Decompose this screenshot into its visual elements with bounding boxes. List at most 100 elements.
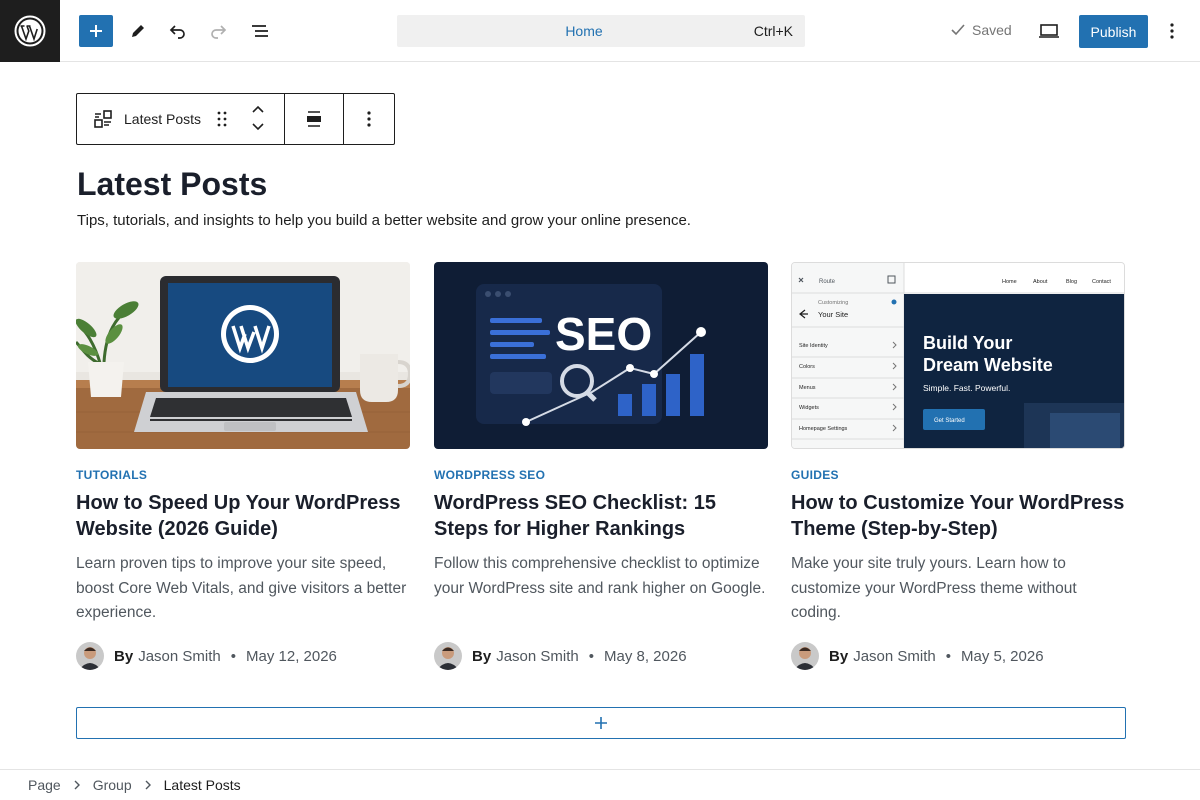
post-title-link[interactable]: How to Customize Your WordPress Theme (S… xyxy=(791,490,1125,542)
wordpress-logo-icon xyxy=(14,15,46,47)
redo-button[interactable] xyxy=(201,15,235,47)
align-button[interactable] xyxy=(285,94,344,144)
post-thumbnail[interactable] xyxy=(76,262,410,449)
person-avatar-icon xyxy=(791,642,819,670)
desktop-icon xyxy=(1039,24,1059,38)
preview-button[interactable] xyxy=(1032,15,1066,47)
more-vertical-icon xyxy=(367,111,371,127)
post-author-link[interactable]: Jason Smith xyxy=(138,648,221,665)
post-date: May 12, 2026 xyxy=(246,647,337,665)
block-breadcrumb: Page Group Latest Posts xyxy=(0,769,1200,800)
move-up-button[interactable] xyxy=(251,102,265,120)
customizer-menu-item: Widgets xyxy=(799,405,819,411)
post-title-link[interactable]: WordPress SEO Checklist: 15 Steps for Hi… xyxy=(434,490,768,542)
latest-posts-icon xyxy=(94,110,112,128)
breadcrumb-item-group[interactable]: Group xyxy=(93,777,132,793)
block-type-label: Latest Posts xyxy=(124,111,202,127)
author-by-label: By xyxy=(114,647,134,665)
post-date: May 5, 2026 xyxy=(961,647,1044,665)
post-meta: By Jason Smith • May 12, 2026 xyxy=(76,642,337,670)
customizer-menu-item: Colors xyxy=(799,364,815,370)
move-down-button[interactable] xyxy=(251,120,265,138)
command-page-title: Home xyxy=(565,23,603,39)
preview-hero-button: Get Started xyxy=(934,418,965,424)
editor-topbar: Home Ctrl+K Saved Publish xyxy=(0,0,1200,62)
undo-icon xyxy=(169,25,185,39)
chevron-right-icon xyxy=(144,777,152,793)
align-wide-icon xyxy=(307,111,321,127)
add-block-button[interactable] xyxy=(76,707,1126,739)
page-subtitle: Tips, tutorials, and insights to help yo… xyxy=(77,212,691,229)
laptop-photo-image xyxy=(76,262,410,449)
customizer-menu-item: Site Identity xyxy=(799,343,828,349)
command-shortcut: Ctrl+K xyxy=(753,23,793,39)
publish-button[interactable]: Publish xyxy=(1079,15,1148,48)
list-view-icon xyxy=(252,25,268,37)
document-overview-button[interactable] xyxy=(243,15,277,47)
post-category-link[interactable]: TUTORIALS xyxy=(76,468,410,482)
post-thumbnail[interactable]: SEO xyxy=(434,262,768,449)
chevron-down-icon xyxy=(252,123,264,131)
meta-separator: • xyxy=(230,647,236,665)
customizer-screenshot-image: Route Customizing Your Site Site Identit… xyxy=(792,263,1124,448)
undo-button[interactable] xyxy=(161,15,195,47)
customizer-menu-item: Menus xyxy=(799,385,816,391)
post-category-link[interactable]: WORDPRESS SEO xyxy=(434,468,768,482)
seo-graphic-image: SEO xyxy=(434,262,768,449)
author-avatar xyxy=(791,642,819,670)
author-by-label: By xyxy=(829,647,849,665)
person-avatar-icon xyxy=(76,642,104,670)
author-avatar xyxy=(76,642,104,670)
preview-hero-tagline: Simple. Fast. Powerful. xyxy=(923,383,1010,393)
drag-handle[interactable] xyxy=(215,110,229,133)
check-icon xyxy=(951,24,965,36)
post-meta: By Jason Smith • May 8, 2026 xyxy=(434,642,687,670)
more-vertical-icon xyxy=(1170,23,1174,39)
block-options-button[interactable] xyxy=(344,94,394,144)
post-thumbnail[interactable]: Route Customizing Your Site Site Identit… xyxy=(791,262,1125,449)
meta-separator: • xyxy=(945,647,951,665)
post-excerpt: Learn proven tips to improve your site s… xyxy=(76,555,407,621)
chevron-right-icon xyxy=(73,777,81,793)
post-author-link[interactable]: Jason Smith xyxy=(853,648,936,665)
redo-icon xyxy=(211,25,227,39)
preview-hero-title-line2: Dream Website xyxy=(923,355,1053,375)
seo-image-text: SEO xyxy=(555,308,652,360)
tools-button[interactable] xyxy=(121,15,155,47)
pencil-icon xyxy=(132,25,144,37)
author-avatar xyxy=(434,642,462,670)
options-menu-button[interactable] xyxy=(1157,15,1187,47)
customizer-top-label: Route xyxy=(819,279,836,285)
post-category-link[interactable]: GUIDES xyxy=(791,468,1125,482)
block-type-button[interactable] xyxy=(93,110,113,133)
wordpress-logo-button[interactable] xyxy=(0,0,60,62)
plus-icon xyxy=(90,25,102,37)
meta-separator: • xyxy=(588,647,594,665)
chevron-up-icon xyxy=(252,105,264,113)
block-inserter-button[interactable] xyxy=(79,15,113,47)
saved-label: Saved xyxy=(972,22,1012,38)
post-title-link[interactable]: How to Speed Up Your WordPress Website (… xyxy=(76,490,410,542)
preview-nav-item: Blog xyxy=(1066,279,1077,285)
customizer-small-label: Customizing xyxy=(818,300,848,306)
breadcrumb-item-latest-posts: Latest Posts xyxy=(163,777,241,793)
preview-nav-item: About xyxy=(1033,279,1048,285)
page-heading: Latest Posts xyxy=(77,166,268,202)
block-toolbar: Latest Posts xyxy=(76,93,395,145)
drag-handle-icon xyxy=(217,111,227,127)
saved-status: Saved xyxy=(950,22,1012,38)
customizer-menu-item: Homepage Settings xyxy=(799,426,848,432)
breadcrumb-item-page[interactable]: Page xyxy=(28,777,61,793)
person-avatar-icon xyxy=(434,642,462,670)
post-excerpt: Follow this comprehensive checklist to o… xyxy=(434,555,766,597)
plus-icon xyxy=(595,717,607,729)
author-by-label: By xyxy=(472,647,492,665)
post-card: TUTORIALS How to Speed Up Your WordPress… xyxy=(76,262,410,670)
block-parent-segment: Latest Posts xyxy=(77,94,285,144)
post-excerpt: Make your site truly yours. Learn how to… xyxy=(791,555,1077,621)
post-card: SEO WORDPRESS SEO WordPress SEO Checklis… xyxy=(434,262,768,670)
preview-nav-item: Home xyxy=(1002,279,1017,285)
post-author-link[interactable]: Jason Smith xyxy=(496,648,579,665)
command-palette-bar[interactable]: Home Ctrl+K xyxy=(397,15,805,47)
post-date: May 8, 2026 xyxy=(604,647,687,665)
